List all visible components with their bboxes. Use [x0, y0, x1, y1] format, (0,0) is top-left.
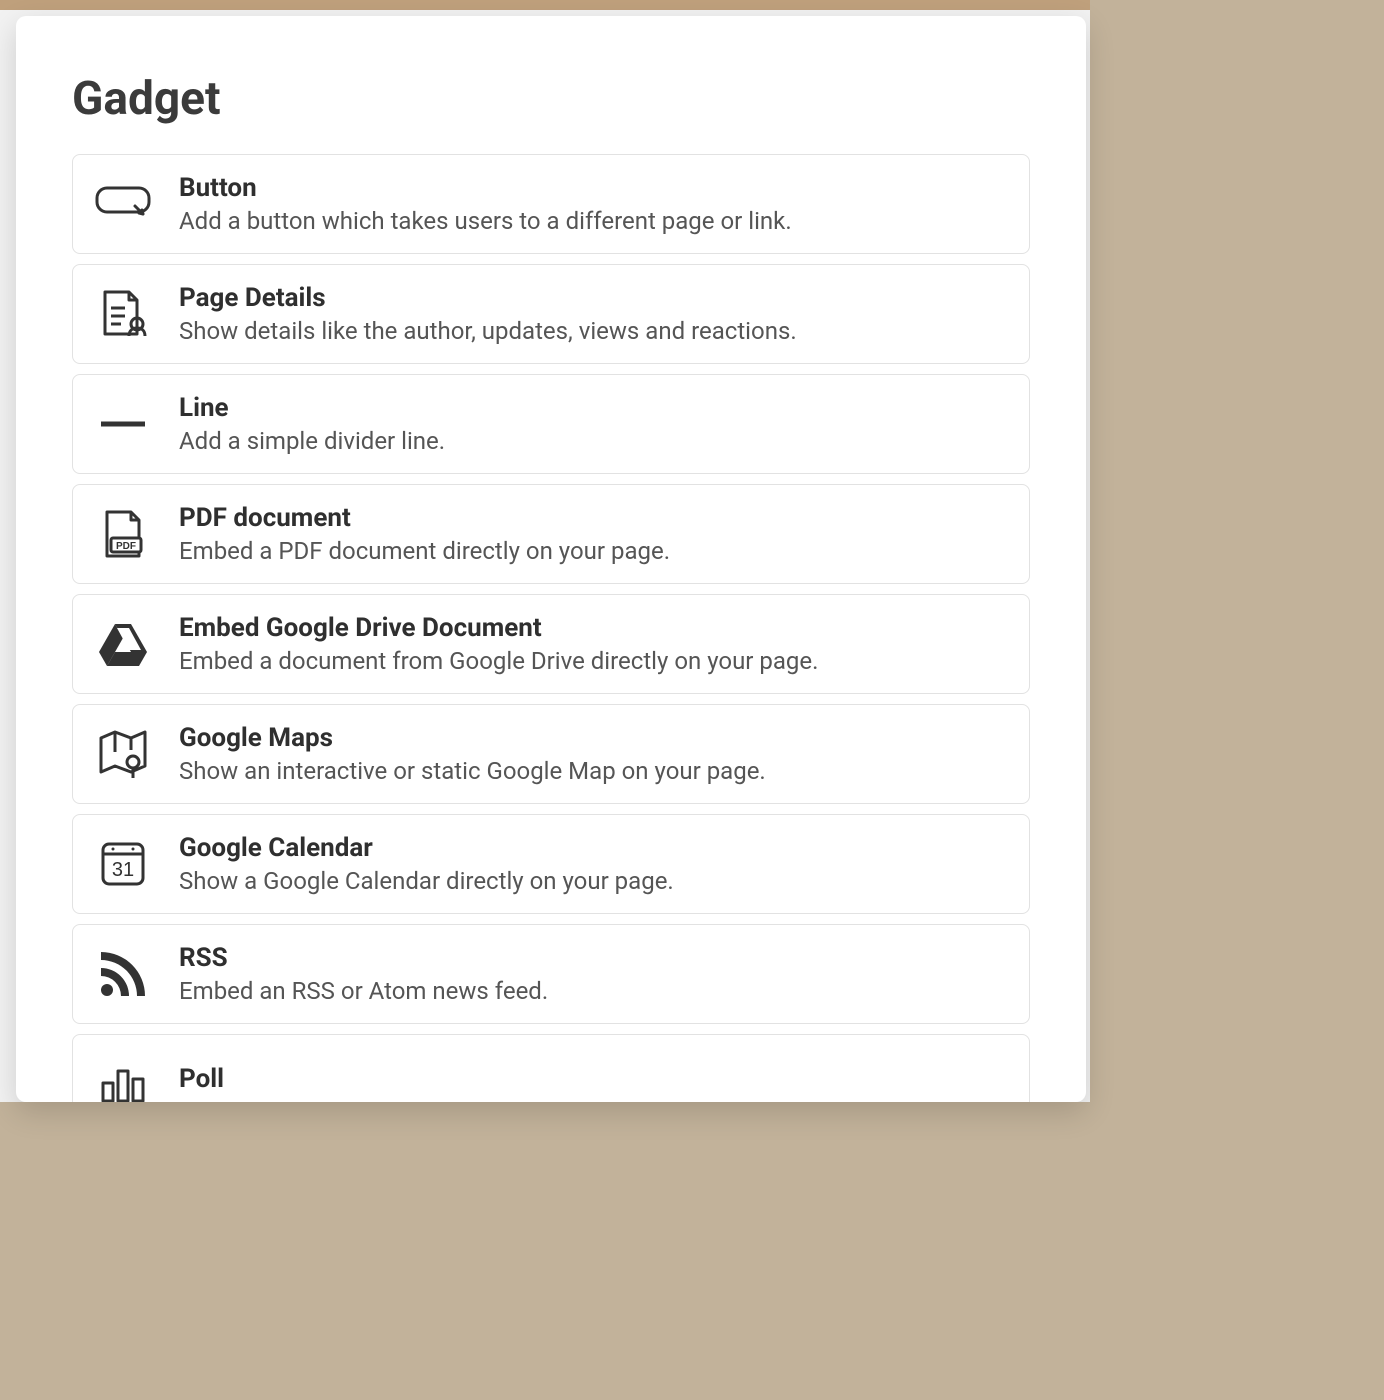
gadget-item-rss[interactable]: RSS Embed an RSS or Atom news feed.	[72, 924, 1030, 1024]
gadget-desc: Show an interactive or static Google Map…	[179, 757, 766, 785]
google-maps-icon	[95, 726, 151, 782]
gadget-text: Google Maps Show an interactive or stati…	[179, 723, 766, 785]
google-drive-icon	[95, 616, 151, 672]
gadget-title: Poll	[179, 1064, 224, 1094]
gadget-text: Button Add a button which takes users to…	[179, 173, 792, 235]
gadget-picker-modal: Gadget Button Add a button which takes u…	[16, 16, 1086, 1102]
gadget-text: Poll	[179, 1064, 224, 1098]
gadget-title: Button	[179, 173, 792, 203]
gadget-item-button[interactable]: Button Add a button which takes users to…	[72, 154, 1030, 254]
gadget-item-gdrive[interactable]: Embed Google Drive Document Embed a docu…	[72, 594, 1030, 694]
gadget-title: Page Details	[179, 283, 797, 313]
gadget-item-gmaps[interactable]: Google Maps Show an interactive or stati…	[72, 704, 1030, 804]
gadget-title: Google Maps	[179, 723, 766, 753]
gadget-text: Page Details Show details like the autho…	[179, 283, 797, 345]
svg-text:PDF: PDF	[116, 541, 136, 552]
gadget-item-poll[interactable]: Poll	[72, 1034, 1030, 1102]
gadget-desc: Show a Google Calendar directly on your …	[179, 867, 674, 895]
gadget-title: RSS	[179, 943, 548, 973]
gadget-title: Google Calendar	[179, 833, 674, 863]
gadget-desc: Embed an RSS or Atom news feed.	[179, 977, 548, 1005]
rss-icon	[95, 946, 151, 1002]
page-backdrop: Gadget Button Add a button which takes u…	[0, 0, 1090, 1102]
gadget-desc: Add a button which takes users to a diff…	[179, 207, 792, 235]
gadget-item-pdf[interactable]: PDF PDF document Embed a PDF document di…	[72, 484, 1030, 584]
svg-text:31: 31	[112, 859, 134, 881]
gadget-text: Google Calendar Show a Google Calendar d…	[179, 833, 674, 895]
page-details-icon	[95, 286, 151, 342]
gadget-text: RSS Embed an RSS or Atom news feed.	[179, 943, 548, 1005]
button-icon	[95, 176, 151, 232]
gadget-desc: Show details like the author, updates, v…	[179, 317, 797, 345]
google-calendar-icon: 31	[95, 836, 151, 892]
line-icon	[95, 396, 151, 452]
gadget-title: Line	[179, 393, 445, 423]
gadget-item-page-details[interactable]: Page Details Show details like the autho…	[72, 264, 1030, 364]
poll-icon	[95, 1053, 151, 1102]
gadget-list: Button Add a button which takes users to…	[72, 154, 1030, 1102]
gadget-desc: Add a simple divider line.	[179, 427, 445, 455]
pdf-icon: PDF	[95, 506, 151, 562]
gadget-text: Line Add a simple divider line.	[179, 393, 445, 455]
gadget-title: Embed Google Drive Document	[179, 613, 818, 643]
gadget-text: PDF document Embed a PDF document direct…	[179, 503, 670, 565]
gadget-text: Embed Google Drive Document Embed a docu…	[179, 613, 818, 675]
gadget-title: PDF document	[179, 503, 670, 533]
gadget-desc: Embed a document from Google Drive direc…	[179, 647, 818, 675]
gadget-item-gcal[interactable]: 31 Google Calendar Show a Google Calenda…	[72, 814, 1030, 914]
modal-title: Gadget	[72, 72, 1030, 126]
gadget-item-line[interactable]: Line Add a simple divider line.	[72, 374, 1030, 474]
gadget-desc: Embed a PDF document directly on your pa…	[179, 537, 670, 565]
